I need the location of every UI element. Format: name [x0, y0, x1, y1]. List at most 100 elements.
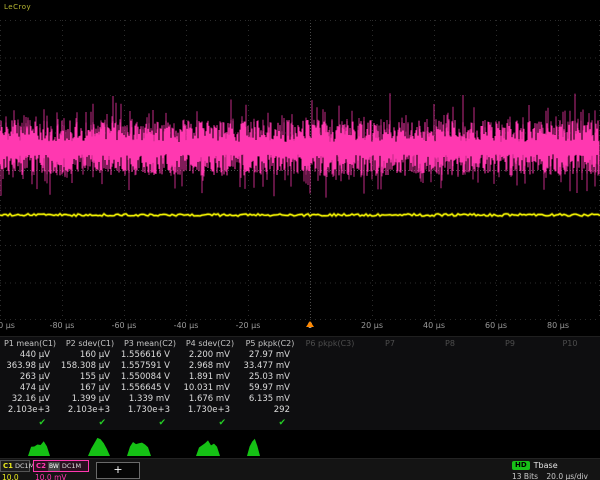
- meas-value-r4-p10: [540, 383, 600, 394]
- waveform-display[interactable]: [0, 20, 600, 320]
- histicon-p5[interactable]: [247, 439, 260, 456]
- measurement-table: P1 mean(C1)P2 sdev(C1)P3 mean(C2)P4 sdev…: [0, 336, 600, 430]
- meas-value-r1-p8: [420, 350, 480, 361]
- time-axis-label: -100 µs: [0, 321, 15, 330]
- meas-value-r2-p3: 1.557591 V: [120, 361, 180, 372]
- meas-status-p8: [420, 416, 480, 430]
- meas-value-r4-p5: 59.97 mV: [240, 383, 300, 394]
- meas-value-r6-p6: [300, 405, 360, 416]
- trigger-time-marker[interactable]: [306, 321, 314, 327]
- meas-status-p9: [480, 416, 540, 430]
- meas-value-r2-p2: 158.308 µV: [60, 361, 120, 372]
- time-axis-label: 40 µs: [423, 321, 445, 330]
- meas-value-r3-p2: 155 µV: [60, 372, 120, 383]
- meas-value-r3-p10: [540, 372, 600, 383]
- meas-value-r1-p5: 27.97 mV: [240, 350, 300, 361]
- timebase-descriptor[interactable]: HD Tbase 13 Bits 20.0 µs/div: [512, 461, 600, 480]
- meas-value-r5-p10: [540, 394, 600, 405]
- meas-status-p7: [360, 416, 420, 430]
- time-axis-label: -60 µs: [112, 321, 137, 330]
- meas-header-p8[interactable]: P8: [420, 337, 480, 350]
- timebase-label: Tbase: [534, 461, 558, 470]
- meas-header-p10[interactable]: P10: [540, 337, 600, 350]
- meas-value-r4-p3: 1.556645 V: [120, 383, 180, 394]
- timebase-scale: 20.0 µs/div: [546, 472, 588, 480]
- histicon-strip: [0, 430, 600, 458]
- meas-value-r4-p9: [480, 383, 540, 394]
- channel-c2-descriptor[interactable]: C2 BW DC1M 10.0 mV: [33, 460, 89, 480]
- meas-status-p1: ✔: [0, 416, 60, 430]
- time-axis-label: -40 µs: [174, 321, 199, 330]
- histicon-p1[interactable]: [28, 441, 50, 456]
- brand-label: LeCroy: [4, 3, 31, 11]
- meas-value-r4-p6: [300, 383, 360, 394]
- meas-value-r5-p7: [360, 394, 420, 405]
- meas-value-r1-p10: [540, 350, 600, 361]
- meas-value-r2-p7: [360, 361, 420, 372]
- histicon-p2[interactable]: [88, 438, 110, 456]
- meas-status-p3: ✔: [120, 416, 180, 430]
- meas-value-r3-p8: [420, 372, 480, 383]
- histicon-canvas[interactable]: [0, 430, 600, 458]
- meas-value-r2-p8: [420, 361, 480, 372]
- meas-header-p7[interactable]: P7: [360, 337, 420, 350]
- time-axis-label: 20 µs: [361, 321, 383, 330]
- meas-value-r5-p8: [420, 394, 480, 405]
- channel-c1-descriptor[interactable]: C1 DC1M 10.0 mV: [0, 460, 30, 480]
- meas-value-r6-p8: [420, 405, 480, 416]
- meas-header-p5[interactable]: P5 pkpk(C2): [240, 337, 300, 350]
- time-axis-label: -80 µs: [50, 321, 75, 330]
- meas-value-r4-p2: 167 µV: [60, 383, 120, 394]
- meas-value-r2-p9: [480, 361, 540, 372]
- meas-value-r2-p10: [540, 361, 600, 372]
- meas-value-r1-p7: [360, 350, 420, 361]
- meas-value-r6-p2: 2.103e+3: [60, 405, 120, 416]
- meas-value-r6-p7: [360, 405, 420, 416]
- meas-value-r2-p4: 2.968 mV: [180, 361, 240, 372]
- meas-value-r3-p6: [300, 372, 360, 383]
- cursor-marker-box[interactable]: +: [96, 462, 140, 479]
- meas-header-p6[interactable]: P6 pkpk(C3): [300, 337, 360, 350]
- channel-c1-coupling: DC1M: [15, 462, 34, 471]
- time-axis-label: 80 µs: [547, 321, 569, 330]
- meas-status-p5: ✔: [240, 416, 300, 430]
- meas-value-r6-p10: [540, 405, 600, 416]
- meas-header-p4[interactable]: P4 sdev(C2): [180, 337, 240, 350]
- histicon-p3[interactable]: [127, 442, 151, 456]
- meas-value-r5-p2: 1.399 µV: [60, 394, 120, 405]
- histicon-p4[interactable]: [196, 440, 220, 456]
- meas-value-r3-p7: [360, 372, 420, 383]
- meas-value-r1-p4: 2.200 mV: [180, 350, 240, 361]
- meas-status-p6: [300, 416, 360, 430]
- meas-value-r6-p4: 1.730e+3: [180, 405, 240, 416]
- meas-header-p3[interactable]: P3 mean(C2): [120, 337, 180, 350]
- meas-value-r6-p3: 1.730e+3: [120, 405, 180, 416]
- meas-value-r2-p6: [300, 361, 360, 372]
- meas-value-r4-p1: 474 µV: [0, 383, 60, 394]
- meas-value-r3-p3: 1.550084 V: [120, 372, 180, 383]
- meas-value-r5-p9: [480, 394, 540, 405]
- meas-value-r3-p1: 263 µV: [0, 372, 60, 383]
- meas-value-r1-p6: [300, 350, 360, 361]
- meas-header-p2[interactable]: P2 sdev(C1): [60, 337, 120, 350]
- meas-value-r1-p1: 440 µV: [0, 350, 60, 361]
- meas-value-r3-p4: 1.891 mV: [180, 372, 240, 383]
- meas-value-r5-p6: [300, 394, 360, 405]
- meas-header-p9[interactable]: P9: [480, 337, 540, 350]
- meas-value-r4-p8: [420, 383, 480, 394]
- waveform-canvas[interactable]: [0, 20, 600, 320]
- meas-value-r2-p5: 33.477 mV: [240, 361, 300, 372]
- meas-value-r3-p9: [480, 372, 540, 383]
- bottom-bar: C1 DC1M 10.0 mV C2 BW DC1M 10.0 mV + HD …: [0, 458, 600, 480]
- meas-value-r6-p5: 292: [240, 405, 300, 416]
- meas-header-p1[interactable]: P1 mean(C1): [0, 337, 60, 350]
- meas-value-r2-p1: 363.98 µV: [0, 361, 60, 372]
- bandwidth-limit-badge: BW: [48, 462, 60, 471]
- time-axis-label: 60 µs: [485, 321, 507, 330]
- meas-status-p10: [540, 416, 600, 430]
- timebase-bits: 13 Bits: [512, 472, 538, 480]
- c2-trace[interactable]: [0, 120, 599, 176]
- time-axis-label: -20 µs: [236, 321, 261, 330]
- meas-status-p2: ✔: [60, 416, 120, 430]
- meas-value-r5-p5: 6.135 mV: [240, 394, 300, 405]
